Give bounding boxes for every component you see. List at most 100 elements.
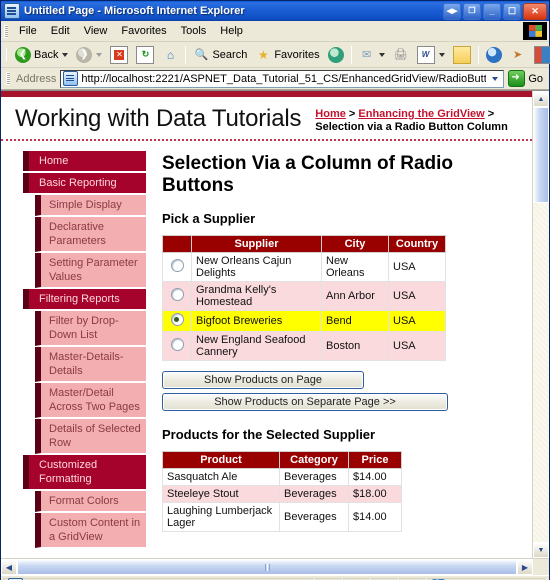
suppliers-header-row: Supplier City Country xyxy=(162,235,446,253)
forward-dropdown-icon[interactable] xyxy=(96,52,103,57)
nav-filtering-reports[interactable]: Filtering Reports xyxy=(23,289,146,309)
scroll-left-button[interactable]: ◀ xyxy=(1,559,17,575)
page-header: Working with Data Tutorials Home > Enhan… xyxy=(1,97,532,141)
suppliers-col-select xyxy=(162,235,192,253)
mail-dropdown-icon[interactable] xyxy=(378,52,385,57)
supplier-country-cell: USA xyxy=(388,281,446,311)
menu-view[interactable]: View xyxy=(77,23,115,39)
messenger-button[interactable] xyxy=(482,45,506,65)
show-products-separate-page-button[interactable]: Show Products on Separate Page >> xyxy=(162,393,448,411)
scroll-down-button[interactable]: ▼ xyxy=(533,542,549,558)
nav-home[interactable]: Home xyxy=(23,151,146,171)
product-price-cell: $18.00 xyxy=(348,485,402,503)
menu-bar: File Edit View Favorites Tools Help xyxy=(1,21,549,42)
back-button[interactable]: ❮ Back xyxy=(11,45,72,65)
toolbar-gripper[interactable] xyxy=(6,48,7,61)
supplier-country-cell: USA xyxy=(388,252,446,282)
breadcrumb-home-link[interactable]: Home xyxy=(315,108,346,120)
refresh-icon: ↻ xyxy=(136,45,155,64)
nav-customized-formatting[interactable]: Customized Formatting xyxy=(23,455,146,489)
supplier-name-cell: New England Seafood Cannery xyxy=(191,331,322,361)
vertical-scrollbar[interactable]: ▲ ▼ xyxy=(532,91,549,558)
address-gripper[interactable] xyxy=(6,72,10,85)
supplier-radio-cell[interactable] xyxy=(162,252,192,282)
edit-button[interactable]: W xyxy=(413,44,449,66)
realplayer-button[interactable]: ➤ xyxy=(506,45,530,65)
research-button[interactable] xyxy=(530,44,550,66)
menu-favorites[interactable]: Favorites xyxy=(114,23,173,39)
radio-button-icon[interactable] xyxy=(170,338,184,351)
nav-setting-parameter-values[interactable]: Setting Parameter Values xyxy=(35,253,146,288)
nav-format-colors[interactable]: Format Colors xyxy=(35,491,146,512)
nav-custom-content-gridview[interactable]: Custom Content in a GridView xyxy=(35,513,146,548)
nav-master-detail-two-pages[interactable]: Master/Detail Across Two Pages xyxy=(35,383,146,418)
nav-declarative-parameters[interactable]: Declarative Parameters xyxy=(35,217,146,252)
nav-simple-display[interactable]: Simple Display xyxy=(35,195,146,216)
scroll-right-button[interactable]: ▶ xyxy=(517,559,533,575)
restore-group-button[interactable]: ◀▶ xyxy=(443,2,461,20)
nav-basic-reporting[interactable]: Basic Reporting xyxy=(23,173,146,193)
menu-file[interactable]: File xyxy=(12,23,44,39)
minimize-button[interactable]: _ xyxy=(483,2,501,20)
back-dropdown-icon[interactable] xyxy=(62,52,69,57)
breadcrumb-section-link[interactable]: Enhancing the GridView xyxy=(358,108,484,120)
address-bar: Address http://localhost:2221/ASPNET_Dat… xyxy=(1,68,549,90)
products-header-row: Product Category Price xyxy=(162,451,402,469)
radio-button-checked-icon[interactable] xyxy=(170,313,184,326)
nav-details-of-selected-row[interactable]: Details of Selected Row xyxy=(35,419,146,454)
address-input[interactable]: http://localhost:2221/ASPNET_Data_Tutori… xyxy=(60,69,505,88)
menu-tools[interactable]: Tools xyxy=(174,23,214,39)
stop-button[interactable]: ✕ xyxy=(106,44,132,66)
favorites-button[interactable]: ★ Favorites xyxy=(251,45,323,65)
search-button[interactable]: 🔍 Search xyxy=(189,45,251,65)
back-arrow-icon: ❮ xyxy=(15,46,31,63)
go-button[interactable]: Go xyxy=(504,70,547,87)
products-col-product: Product xyxy=(162,451,280,469)
menu-help[interactable]: Help xyxy=(213,23,250,39)
address-label: Address xyxy=(16,72,57,85)
mail-button[interactable]: ✉ xyxy=(355,45,389,65)
scroll-up-button[interactable]: ▲ xyxy=(533,91,549,107)
table-row[interactable]: Grandma Kelly's Homestead Ann Arbor USA xyxy=(162,281,446,311)
table-row-selected[interactable]: Bigfoot Breweries Bend USA xyxy=(162,310,446,332)
nav-master-details-details[interactable]: Master-Details-Details xyxy=(35,347,146,382)
forward-button[interactable]: ❯ xyxy=(72,45,106,65)
toolbar-separator-1 xyxy=(185,45,187,64)
restore-window-button[interactable]: ❐ xyxy=(463,2,481,20)
address-dropdown-icon[interactable] xyxy=(486,71,502,87)
status-bar: Done Local intranet xyxy=(1,575,549,580)
nav-filter-by-drop-down-list[interactable]: Filter by Drop-Down List xyxy=(35,311,146,346)
supplier-radio-cell[interactable] xyxy=(162,310,192,332)
supplier-city-cell: New Orleans xyxy=(321,252,389,282)
search-icon: 🔍 xyxy=(194,49,209,61)
supplier-radio-cell[interactable] xyxy=(162,281,192,311)
vertical-scroll-thumb[interactable] xyxy=(533,107,549,203)
table-row: Laughing Lumberjack Lager Beverages $14.… xyxy=(162,502,402,532)
horizontal-scrollbar[interactable]: ◀ ▶ xyxy=(1,558,549,575)
table-row[interactable]: New England Seafood Cannery Boston USA xyxy=(162,331,446,361)
supplier-radio-cell[interactable] xyxy=(162,331,192,361)
table-row[interactable]: New Orleans Cajun Delights New Orleans U… xyxy=(162,252,446,282)
ie-page-icon xyxy=(4,3,20,19)
home-button[interactable]: ⌂ xyxy=(158,45,182,65)
breadcrumb: Home > Enhancing the GridView > Selectio… xyxy=(315,103,515,134)
menu-gripper[interactable] xyxy=(4,24,8,38)
radio-button-icon[interactable] xyxy=(170,259,184,272)
maximize-button[interactable]: ☐ xyxy=(503,2,521,20)
media-button[interactable] xyxy=(324,45,348,65)
back-label: Back xyxy=(34,48,59,61)
discuss-button[interactable] xyxy=(449,44,475,66)
close-button[interactable]: ✕ xyxy=(523,2,547,20)
show-products-on-page-button[interactable]: Show Products on Page xyxy=(162,371,364,389)
menu-edit[interactable]: Edit xyxy=(44,23,77,39)
horizontal-scroll-thumb[interactable] xyxy=(17,559,517,575)
refresh-button[interactable]: ↻ xyxy=(132,44,158,66)
print-button[interactable]: 🖨 xyxy=(389,45,413,65)
radio-button-icon[interactable] xyxy=(170,288,184,301)
supplier-city-cell: Ann Arbor xyxy=(321,281,389,311)
vertical-scroll-track[interactable] xyxy=(533,203,549,542)
products-heading: Products for the Selected Supplier xyxy=(162,427,376,442)
supplier-country-cell: USA xyxy=(388,310,446,332)
edit-dropdown-icon[interactable] xyxy=(438,52,445,57)
stop-icon: ✕ xyxy=(110,45,129,64)
